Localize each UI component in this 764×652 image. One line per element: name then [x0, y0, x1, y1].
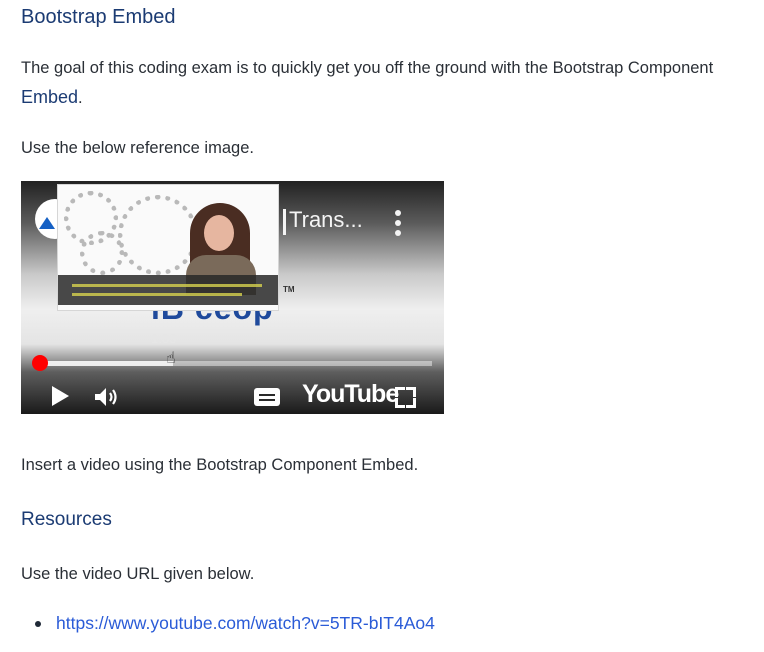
fullscreen-icon[interactable]	[395, 387, 416, 408]
more-options-icon[interactable]	[395, 210, 401, 240]
intro-end: .	[78, 89, 83, 107]
seek-preview-thumbnail	[57, 184, 279, 311]
progress-buffer-fill	[39, 361, 173, 366]
captions-icon[interactable]	[254, 388, 280, 406]
video-title[interactable]: Trans...	[289, 207, 363, 233]
caption-line	[72, 293, 242, 296]
resources-text: Use the video URL given below.	[21, 565, 255, 583]
embed-link[interactable]: Embed	[21, 87, 78, 107]
hover-timestamp: 1:33	[151, 331, 177, 346]
reference-text: Use the below reference image.	[21, 139, 254, 157]
scrubber-handle[interactable]	[32, 355, 48, 371]
intro-paragraph: The goal of this coding exam is to quick…	[21, 54, 741, 113]
progress-bar[interactable]	[39, 361, 432, 366]
page-title: Bootstrap Embed	[21, 6, 176, 28]
intro-text: The goal of this coding exam is to quick…	[21, 59, 714, 77]
title-divider	[283, 209, 286, 235]
gear-graphic	[118, 195, 198, 275]
volume-icon[interactable]	[95, 387, 121, 407]
presenter-face	[204, 215, 234, 251]
resources-list: https://www.youtube.com/watch?v=5TR-bIT4…	[35, 609, 435, 637]
pointer-hand-icon: ☝	[166, 350, 176, 367]
play-icon[interactable]	[52, 386, 69, 406]
list-item: https://www.youtube.com/watch?v=5TR-bIT4…	[35, 609, 435, 637]
caption-line	[72, 284, 262, 287]
caption-band	[58, 275, 278, 305]
bullet	[35, 621, 41, 627]
video-player[interactable]: Trans... iB ceop TM 1:33 ☝ YouTube	[21, 181, 444, 414]
trademark-text: TM	[283, 285, 295, 294]
instruction-text: Insert a video using the Bootstrap Compo…	[21, 456, 419, 474]
gear-graphic	[80, 231, 124, 275]
youtube-logo[interactable]: YouTube	[302, 380, 399, 409]
video-url-link[interactable]: https://www.youtube.com/watch?v=5TR-bIT4…	[56, 613, 435, 633]
resources-heading: Resources	[21, 509, 112, 530]
